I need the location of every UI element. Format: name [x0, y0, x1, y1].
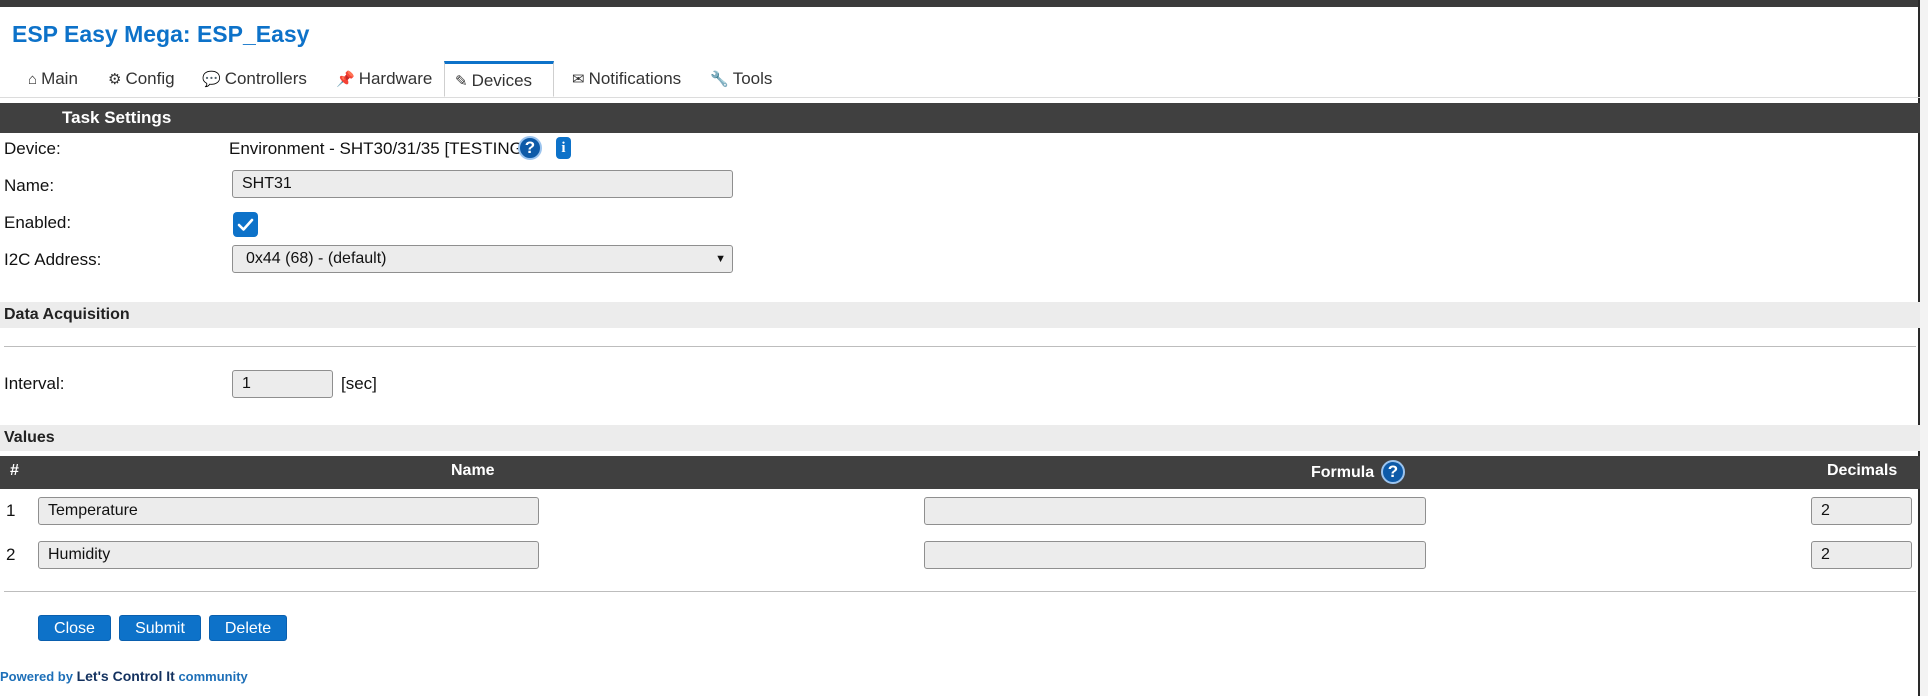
- data-acquisition-title: Data Acquisition: [4, 306, 130, 323]
- footer-prefix: Powered by: [0, 669, 73, 684]
- i2c-address-select[interactable]: 0x44 (68) - (default) ▼: [232, 245, 733, 273]
- value-formula-input[interactable]: [924, 497, 1426, 525]
- gear-icon: ⚙: [108, 71, 122, 88]
- formula-help-icon[interactable]: ?: [1381, 460, 1405, 484]
- tab-controllers[interactable]: 💬 Controllers: [192, 61, 317, 95]
- column-header-decimals: Decimals: [1827, 462, 1898, 479]
- submit-button[interactable]: Submit: [119, 615, 201, 641]
- values-table-header: # Name Formula ? Decimals: [0, 456, 1920, 489]
- tab-devices[interactable]: ✎ Devices: [444, 61, 554, 97]
- info-icon[interactable]: i: [556, 137, 571, 159]
- column-header-name: Name: [451, 462, 495, 479]
- device-label: Device:: [4, 139, 61, 158]
- footer-suffix: community: [178, 669, 248, 684]
- help-icon[interactable]: ?: [518, 136, 542, 160]
- home-icon: ⌂: [28, 71, 38, 88]
- i2c-address-label: I2C Address:: [4, 250, 102, 269]
- envelope-icon: ✉: [572, 71, 585, 88]
- device-value: Environment - SHT30/31/35 [TESTING]: [229, 139, 528, 158]
- pen-icon: ✎: [455, 73, 468, 90]
- tab-bar: ⌂ Main ⚙ Config 💬 Controllers 📌 Hardware ✎ De…: [0, 61, 1920, 98]
- task-settings-title: Task Settings: [62, 108, 172, 127]
- footer-link[interactable]: Let's Control It: [77, 668, 175, 684]
- value-decimals-input[interactable]: 2: [1811, 541, 1912, 569]
- interval-label: Interval:: [4, 374, 65, 393]
- top-bar: [0, 0, 1920, 7]
- tab-label: Config: [125, 69, 175, 88]
- dropdown-arrow-icon: ▼: [715, 253, 726, 265]
- tab-label: Notifications: [588, 69, 682, 88]
- value-formula-input[interactable]: [924, 541, 1426, 569]
- column-header-number: #: [10, 462, 19, 479]
- interval-input[interactable]: 1: [232, 370, 333, 398]
- tab-notifications[interactable]: ✉ Notifications: [562, 61, 691, 95]
- tab-tools[interactable]: 🔧 Tools: [700, 61, 782, 95]
- values-title: Values: [4, 429, 55, 446]
- tab-label: Hardware: [358, 69, 433, 88]
- tab-config[interactable]: ⚙ Config: [98, 61, 185, 95]
- value-name-input[interactable]: Humidity: [38, 541, 539, 569]
- tab-label: Tools: [732, 69, 773, 88]
- delete-button[interactable]: Delete: [209, 615, 287, 641]
- name-input[interactable]: SHT31: [232, 170, 733, 198]
- row-number: 2: [6, 545, 16, 564]
- tab-label: Devices: [471, 71, 533, 90]
- name-label: Name:: [4, 176, 55, 195]
- footer: Powered by Let's Control It community: [0, 668, 248, 684]
- row-number: 1: [6, 501, 16, 520]
- value-name-input[interactable]: Temperature: [38, 497, 539, 525]
- checkmark-icon: [237, 218, 254, 231]
- close-button[interactable]: Close: [38, 615, 111, 641]
- tab-label: Main: [41, 69, 78, 88]
- tab-main[interactable]: ⌂ Main: [18, 61, 88, 95]
- column-header-formula: Formula: [1311, 464, 1375, 481]
- task-settings-header: Task Settings: [0, 103, 1920, 133]
- chat-icon: 💬: [202, 71, 221, 88]
- value-decimals-input[interactable]: 2: [1811, 497, 1912, 525]
- tab-label: Controllers: [224, 69, 307, 88]
- pin-icon: 📌: [336, 71, 355, 88]
- page-title: ESP Easy Mega: ESP_Easy: [12, 21, 310, 47]
- values-header: Values: [0, 425, 1920, 451]
- wrench-icon: 🔧: [710, 71, 729, 88]
- data-acquisition-header: Data Acquisition: [0, 302, 1920, 328]
- i2c-selected-value: 0x44 (68) - (default): [246, 250, 387, 267]
- enabled-label: Enabled:: [4, 213, 72, 232]
- divider: [4, 346, 1916, 347]
- divider: [4, 591, 1916, 592]
- interval-unit: [sec]: [341, 374, 377, 393]
- enabled-checkbox[interactable]: [233, 212, 258, 237]
- tab-hardware[interactable]: 📌 Hardware: [326, 61, 442, 95]
